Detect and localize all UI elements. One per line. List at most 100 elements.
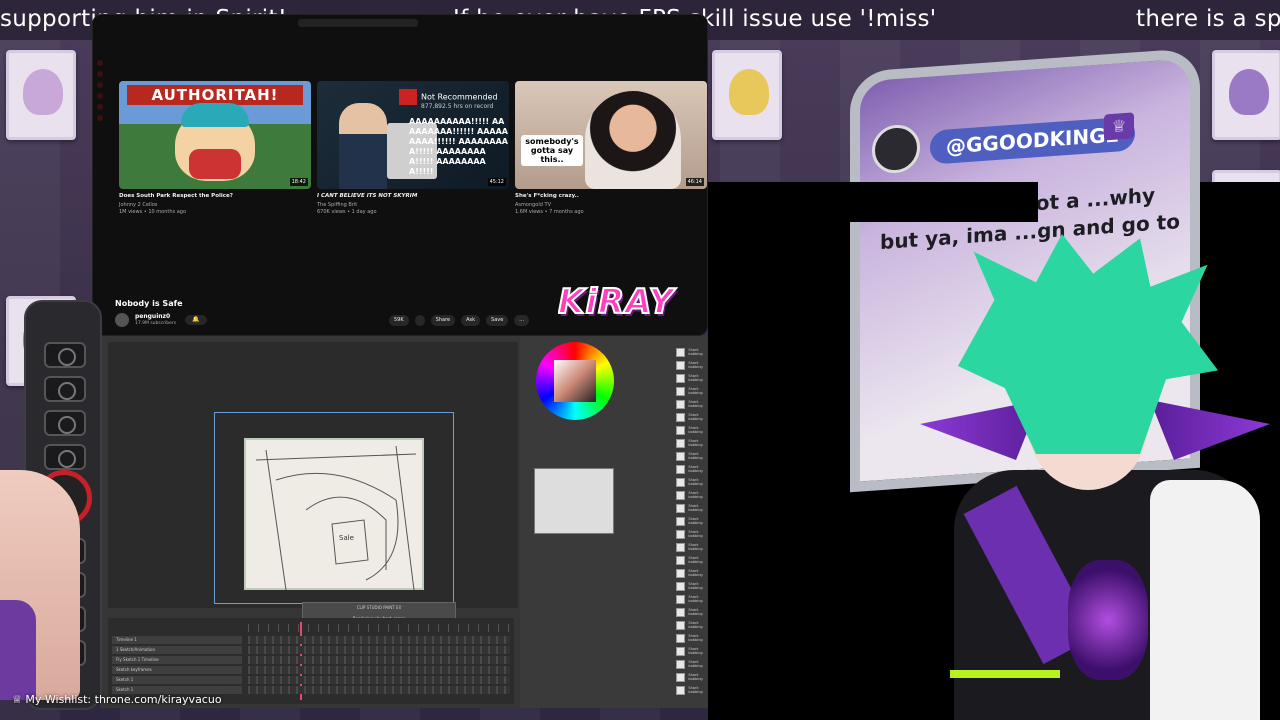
layer-thumbnail: [676, 360, 686, 370]
layer-thumbnail: [676, 672, 686, 682]
video-thumbnail[interactable]: somebody's gotta say this.. 46:14: [515, 81, 707, 189]
color-wheel[interactable]: [536, 342, 614, 420]
share-button[interactable]: Share: [430, 315, 456, 326]
video-thumbnail[interactable]: Not Recommended 877,892.5 hrs on record …: [317, 81, 509, 189]
wishlist-text: My Wishlist: throne.com/kirayvacuo: [25, 693, 222, 706]
channel-avatar[interactable]: [115, 313, 129, 327]
layer-row[interactable]: Shark bobbing: [624, 437, 712, 449]
video-channel[interactable]: Johnny 2 Cellos: [119, 202, 157, 208]
layer-row[interactable]: Shark bobbing: [624, 528, 712, 540]
layer-panel[interactable]: Shark bobbing Shark bobbing Shark bobbing S…: [624, 346, 712, 708]
canvas-area[interactable]: Sale CLIP STUDIO PAINT EX Rendering play…: [108, 342, 518, 648]
avatar: [872, 123, 920, 175]
ticker-text: there is a sp: [1136, 6, 1280, 32]
layer-row[interactable]: Shark bobbing: [624, 502, 712, 514]
sketch-lines: Sale: [255, 445, 417, 591]
layer-row[interactable]: Shark bobbing: [624, 606, 712, 618]
bell-icon[interactable]: 🔔: [185, 315, 207, 325]
layer-row[interactable]: Shark bobbing: [624, 359, 712, 371]
video-meta: 670K views • 1 day ago: [317, 209, 377, 215]
layer-row[interactable]: Shark bobbing: [624, 619, 712, 631]
not-recommended-badge: Not Recommended 877,892.5 hrs on record: [399, 89, 507, 115]
save-button[interactable]: Save: [486, 315, 509, 326]
track-frames[interactable]: [248, 676, 510, 684]
tablet-key: [44, 342, 86, 368]
layer-thumbnail: [676, 347, 686, 357]
video-channel[interactable]: Asmongold TV: [515, 202, 551, 208]
layer-row[interactable]: Shark bobbing: [624, 645, 712, 657]
layer-row[interactable]: Shark bobbing: [624, 541, 712, 553]
layer-row[interactable]: Shark bobbing: [624, 411, 712, 423]
layer-thumbnail: [676, 659, 686, 669]
video-meta: 1.6M views • 7 months ago: [515, 209, 584, 215]
drawing-canvas[interactable]: Sale CLIP STUDIO PAINT EX Rendering play…: [244, 438, 456, 648]
timeline-track[interactable]: Sketch 1: [112, 676, 242, 684]
layer-thumbnail: [676, 607, 686, 617]
tablet-key: [44, 376, 86, 402]
timeline-ruler[interactable]: [248, 624, 510, 632]
like-button[interactable]: 59K: [389, 315, 409, 326]
video-channel[interactable]: The Spiffing Brit: [317, 202, 357, 208]
navigator-preview[interactable]: [534, 468, 614, 534]
sticker: [6, 50, 76, 140]
shirt-emblem: [1068, 560, 1148, 680]
video-thumbnail[interactable]: AUTHORITAH! 18:42: [119, 81, 311, 189]
address-bar[interactable]: [298, 19, 418, 27]
layer-row[interactable]: Shark bobbing: [624, 554, 712, 566]
layer-row[interactable]: Shark bobbing: [624, 632, 712, 644]
layer-thumbnail: [676, 542, 686, 552]
video-title[interactable]: Does South Park Respect the Police?: [119, 193, 233, 199]
layer-row[interactable]: Shark bobbing: [624, 658, 712, 670]
layer-row[interactable]: Shark bobbing: [624, 385, 712, 397]
layer-row[interactable]: Shark bobbing: [624, 515, 712, 527]
thumbnail-scream-text: AAAAAAAAAA!!!!! AAAAAAAAA!!!!!! AAAAAAAA…: [409, 117, 508, 176]
video-title[interactable]: She's F*cking crazy..: [515, 193, 579, 199]
ask-button[interactable]: Ask: [461, 315, 481, 326]
video-actions: 59K Share Ask Save ...: [389, 315, 530, 326]
layer-row[interactable]: Shark bobbing: [624, 424, 712, 436]
layer-row[interactable]: Shark bobbing: [624, 463, 712, 475]
layer-row[interactable]: Shark bobbing: [624, 489, 712, 501]
clip-studio-window: Sale CLIP STUDIO PAINT EX Rendering play…: [100, 336, 712, 708]
layer-row[interactable]: Shark bobbing: [624, 372, 712, 384]
timeline-track[interactable]: Fly Sketch 1 Timeline: [112, 656, 242, 664]
layer-thumbnail: [676, 412, 686, 422]
channel-name[interactable]: penguinz0: [135, 313, 170, 320]
timeline-track[interactable]: 1 Sketch/Animation: [112, 646, 242, 654]
video-duration: 45:12: [487, 178, 506, 186]
wishlist-label: ♕ My Wishlist: throne.com/kirayvacuo: [12, 690, 222, 710]
thumbnail-caption: somebody's gotta say this..: [521, 135, 583, 166]
timeline-track[interactable]: Sketch keyframes: [112, 666, 242, 674]
layer-thumbnail: [676, 386, 686, 396]
subscriber-count: 17.9M subscribers: [135, 321, 177, 326]
track-frames[interactable]: [248, 686, 510, 694]
thumbnail-banner: AUTHORITAH!: [127, 85, 303, 105]
timeline-track[interactable]: Timeline 1: [112, 636, 242, 644]
dislike-button[interactable]: [414, 315, 425, 326]
layer-thumbnail: [676, 646, 686, 656]
sticker: [1212, 50, 1280, 140]
layer-thumbnail: [676, 633, 686, 643]
layer-thumbnail: [676, 425, 686, 435]
layer-row[interactable]: Shark bobbing: [624, 398, 712, 410]
layer-row[interactable]: Shark bobbing: [624, 450, 712, 462]
track-frames[interactable]: [248, 636, 510, 644]
sticker: [712, 50, 782, 140]
tablet-key: [44, 444, 86, 470]
more-button[interactable]: ...: [514, 315, 530, 326]
track-frames[interactable]: [248, 666, 510, 674]
layer-row[interactable]: Shark bobbing: [624, 476, 712, 488]
layer-row[interactable]: Shark bobbing: [624, 580, 712, 592]
layer-row[interactable]: Shark bobbing: [624, 671, 712, 683]
layer-row[interactable]: Shark bobbing: [624, 346, 712, 358]
layer-row[interactable]: Shark bobbing: [624, 684, 712, 696]
layer-thumbnail: [676, 594, 686, 604]
dialog-title: CLIP STUDIO PAINT EX: [356, 605, 402, 610]
layer-thumbnail: [676, 373, 686, 383]
video-title[interactable]: I CANT BELIEVE ITS NOT SKYRIM: [317, 193, 417, 199]
track-frames[interactable]: [248, 646, 510, 654]
jacket-sleeve: [1150, 480, 1260, 720]
layer-row[interactable]: Shark bobbing: [624, 567, 712, 579]
track-frames[interactable]: [248, 656, 510, 664]
layer-row[interactable]: Shark bobbing: [624, 593, 712, 605]
